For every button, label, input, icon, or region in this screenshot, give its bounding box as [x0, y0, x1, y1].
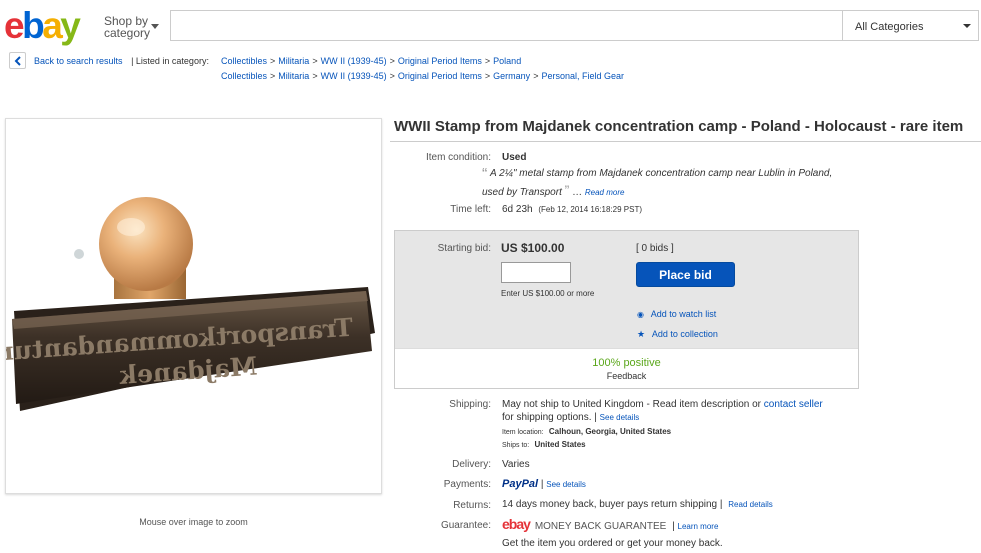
see-details-link[interactable]: See details [600, 413, 640, 422]
category-select[interactable]: All Categories [842, 10, 979, 41]
stamp-photo: Transportkommandantur Majdanek [0, 197, 375, 411]
breadcrumb: Back to search results | Listed in categ… [34, 56, 209, 66]
crumb-link[interactable]: WW II (1939-45) [321, 56, 387, 66]
header: ebay Shop by category All Categories [0, 0, 981, 50]
ships-to: Ships to: United States [502, 440, 586, 449]
chevron-down-icon [963, 24, 971, 28]
quote-close-icon: ” [564, 182, 570, 198]
shipping-text: May not ship to United Kingdom - Read it… [502, 399, 823, 410]
read-details-link[interactable]: Read details [728, 500, 772, 509]
crumb-link[interactable]: Original Period Items [398, 56, 482, 66]
learn-more-link[interactable]: Learn more [678, 522, 719, 531]
crumb-link[interactable]: Collectibles [221, 71, 267, 81]
collection-link[interactable]: ★ Add to collection [637, 329, 718, 340]
divider [390, 141, 981, 142]
ebay-logo[interactable]: ebay [4, 7, 81, 44]
read-more-link[interactable]: Read more [585, 188, 625, 197]
delivery-value: Varies [502, 459, 530, 470]
crumb-link[interactable]: Original Period Items [398, 71, 482, 81]
item-location: Item location: Calhoun, Georgia, United … [502, 427, 672, 436]
eye-icon: ◉ [637, 310, 644, 319]
money-back-guarantee: ebay MONEY BACK GUARANTEE | Learn more [502, 516, 719, 532]
chevron-down-icon [151, 24, 159, 29]
star-icon: ★ [637, 329, 646, 339]
starting-bid-value: US $100.00 [501, 241, 565, 255]
crumb-link[interactable]: Germany [493, 71, 530, 81]
bid-amount-input[interactable] [501, 262, 571, 283]
condition-value: Used [502, 152, 527, 163]
shipping-label: Shipping: [449, 399, 491, 410]
bid-box: Starting bid: US $100.00 [ 0 bids ] Plac… [394, 230, 859, 389]
positive-feedback: 100% positive [592, 357, 661, 369]
time-left-label: Time left: [450, 204, 491, 215]
paypal-logo: PayPal [502, 478, 539, 490]
starting-bid-label: Starting bid: [437, 243, 491, 254]
zoom-hint: Mouse over image to zoom [139, 517, 248, 527]
condition-quote-1: A 2¼" metal stamp from Majdanek concentr… [490, 168, 833, 179]
crumb-link[interactable]: Collectibles [221, 56, 267, 66]
crumb-link[interactable]: Militaria [278, 56, 309, 66]
chevron-left-icon [14, 56, 21, 66]
feedback-label: Feedback [606, 371, 647, 381]
crumb-link[interactable]: Poland [493, 56, 521, 66]
item-image[interactable]: Transportkommandantur Majdanek [0, 118, 382, 494]
crumb-link[interactable]: Militaria [278, 71, 309, 81]
feedback-panel: 100% positive Feedback [395, 348, 858, 388]
payments-see-details-link[interactable]: See details [546, 480, 586, 489]
crumb-link[interactable]: WW II (1939-45) [321, 71, 387, 81]
bids-count-link[interactable]: [ 0 bids ] [636, 243, 674, 254]
watch-list-link[interactable]: ◉ Add to watch list [637, 309, 716, 320]
contact-seller-link[interactable]: contact seller [764, 399, 823, 410]
time-left: 6d 23h (Feb 12, 2014 16:18:29 PST) [502, 204, 642, 215]
crumb-link[interactable]: Personal, Field Gear [541, 71, 624, 81]
breadcrumb-row-2: Collectibles > Militaria > WW II (1939-45) > O… [221, 71, 624, 81]
search-input[interactable] [170, 10, 842, 41]
returns-label: Returns: [453, 500, 491, 511]
back-button[interactable] [9, 52, 26, 69]
guarantee-sub: Get the item you ordered or get your mon… [502, 538, 723, 549]
guarantee-label: Guarantee: [440, 520, 491, 531]
shop-by-category-button[interactable]: Shop by category [104, 15, 159, 39]
place-bid-button[interactable]: Place bid [636, 262, 735, 287]
delivery-label: Delivery: [452, 459, 491, 470]
back-to-search-link[interactable]: Back to search results [34, 56, 123, 66]
condition-quote-2: used by Transport ” … Read more [482, 182, 625, 198]
bid-hint: Enter US $100.00 or more [501, 289, 595, 298]
ebay-mbg-logo: ebay [502, 516, 531, 532]
returns-value: 14 days money back, buyer pays return sh… [502, 499, 773, 510]
shipping-text-2: for shipping options. | See details [502, 412, 640, 423]
payments-label: Payments: [443, 479, 491, 490]
condition-label: Item condition: [425, 152, 491, 163]
payments-value: PayPal | See details [502, 478, 586, 490]
breadcrumb-row-1: Collectibles > Militaria > WW II (1939-45) > O… [221, 56, 522, 66]
item-title: WWII Stamp from Majdanek concentration c… [394, 118, 964, 135]
